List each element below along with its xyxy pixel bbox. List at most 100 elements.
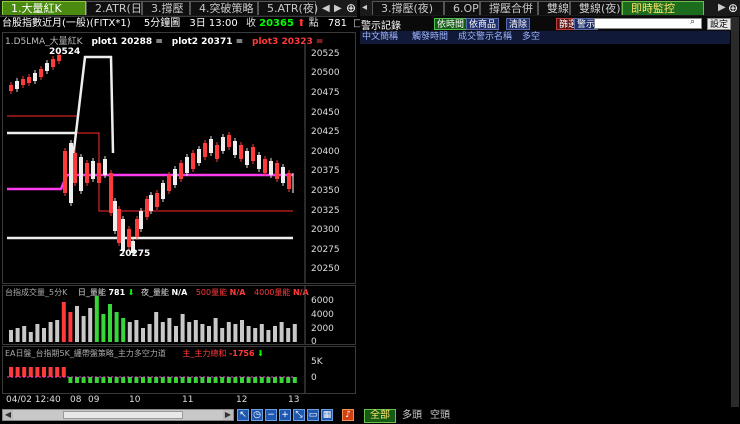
volume-bar [266,330,271,342]
volume-bar [279,322,284,342]
tab-big-red-k[interactable]: 1.大量紅K [2,1,86,15]
add-tab-icon[interactable]: ⊕ [346,1,356,15]
alert-bell-icon[interactable]: ♪ [342,409,354,421]
symbol-name[interactable]: 台股指數近月(一般)(FITX*1) [2,18,131,29]
candle-body [221,137,225,151]
force-bar [292,377,297,383]
x-tick: 08 [70,395,82,405]
volume-svg [9,286,306,344]
candle-body [85,163,89,183]
force-bar [68,377,73,383]
candle-body [233,141,237,155]
force-bar [55,367,60,377]
candle-body [173,169,177,185]
search-input[interactable] [594,18,702,29]
x-tick: 04/02 12:40 [6,395,61,405]
tab-short[interactable]: 空頭 [426,409,454,423]
scroll-thumb[interactable] [63,411,183,419]
tab-breakout[interactable]: 4.突破策略 [190,1,258,15]
volume-bar [94,296,99,342]
candle-body [179,163,183,179]
force-bar [61,367,66,377]
bar-date: 3日 13:00 [189,18,238,29]
col-alert-name[interactable]: 成交警示名稱 [458,31,512,44]
col-long-short[interactable]: 多空 [522,31,540,44]
force-bar [114,377,119,383]
tab-long[interactable]: 多頭 [398,409,426,423]
force-bar [28,367,33,377]
scroll-left-arrow[interactable]: ◀ [3,410,13,420]
scroll-right-arrow[interactable]: ▶ [223,410,233,420]
volume-chart-panel[interactable]: 台指成交量_5分K 日_量能 781 ⬇ 夜_量能 N/A 500量能 N/A … [2,285,356,347]
candle-body [121,219,125,251]
force-bar [187,377,192,383]
tab-support-night[interactable]: 3.撐壓(夜) [372,1,444,15]
clock-icon[interactable]: ◷ [251,409,263,421]
candle-body [227,135,231,147]
tabs-next-arrow[interactable]: ▶ [334,3,342,14]
candle-body [149,195,153,211]
resize-icon[interactable]: ⤡ [293,409,305,421]
period[interactable]: 5分鐘圖 [144,18,180,29]
alert-vscroll[interactable] [731,17,739,407]
candle-body [91,161,95,179]
price-chart-panel[interactable]: 1.D5LMA_大量紅K plot1 20288 = plot2 20371 =… [2,32,356,284]
zoom-in-icon[interactable]: + [279,409,291,421]
volume-bar [233,324,238,342]
force-bar [22,367,27,377]
candle-body [275,163,279,179]
grid-icon[interactable]: ▦ [321,409,333,421]
force-bars [7,367,297,383]
cursor-icon[interactable]: ↖ [237,409,249,421]
x-tick: 13 [288,395,300,405]
col-trigger-time[interactable]: 觸發時間 [412,31,448,44]
force-bar [88,377,93,383]
right-tabs-next-arrow[interactable]: ▶ [718,2,726,13]
tab-all[interactable]: 全部 [364,409,396,423]
candle-body [209,139,213,153]
high-step-line [71,55,115,159]
search-icon[interactable]: ⌕ [690,17,695,27]
force-bar [200,377,205,383]
tab-merge[interactable]: 撐壓合併 [480,1,538,15]
volume-bar [286,328,291,342]
candle-body [269,161,273,175]
sort-by-time-button[interactable]: 依時間 [434,18,468,30]
volume-bar [68,312,73,342]
volume-bar [187,322,192,342]
right-add-tab-icon[interactable]: ⊕ [728,1,738,15]
candle-body [39,69,43,77]
alert-table-body[interactable] [360,44,730,408]
chart-scrollbar[interactable]: ◀ ▶ [2,409,234,421]
volume-bar [42,328,46,342]
col-name[interactable]: 中文簡稱 [362,31,398,44]
y-tick: 20400 [311,147,340,157]
sort-by-product-button[interactable]: 依商品 [466,18,500,30]
tab-double-line[interactable]: 雙線 [538,1,570,15]
tab-atr-night[interactable]: 5.ATR(夜) [258,1,318,15]
price-candles [9,52,291,256]
tab-live-monitor[interactable]: 即時監控 [622,1,704,15]
strategy-svg [7,347,306,393]
clear-button[interactable]: 清除 [506,18,531,30]
force-bar [127,377,132,383]
volume-bar [81,316,86,342]
tab-atr-day[interactable]: 2.ATR(日) [86,1,146,15]
tabs-prev-arrow[interactable]: ◀ [322,3,330,14]
y-tick: 20425 [311,127,340,137]
tab-support[interactable]: 3.撐壓 [142,1,190,15]
tab-op[interactable]: 6.OP [444,1,480,15]
fit-icon[interactable]: ▭ [307,409,319,421]
right-tabs-menu-icon[interactable]: ◂ [362,2,367,13]
zoom-out-icon[interactable]: − [265,409,277,421]
alert-title: 警示記錄 [361,21,401,32]
force-bar [286,377,291,383]
volume-bars [9,296,297,342]
volume-bar [9,330,13,342]
candle-body [287,173,291,189]
strategy-chart-panel[interactable]: EA日盤_台指期5K_纏帶盤策略_主力多空力道 主_主力總和 -1756 ⬇ 5… [2,346,356,394]
force-bar [273,377,277,383]
tab-double-line-night[interactable]: 雙線(夜) [570,1,622,15]
settings-button[interactable]: 設定 [707,18,732,30]
candle-body [245,151,249,165]
